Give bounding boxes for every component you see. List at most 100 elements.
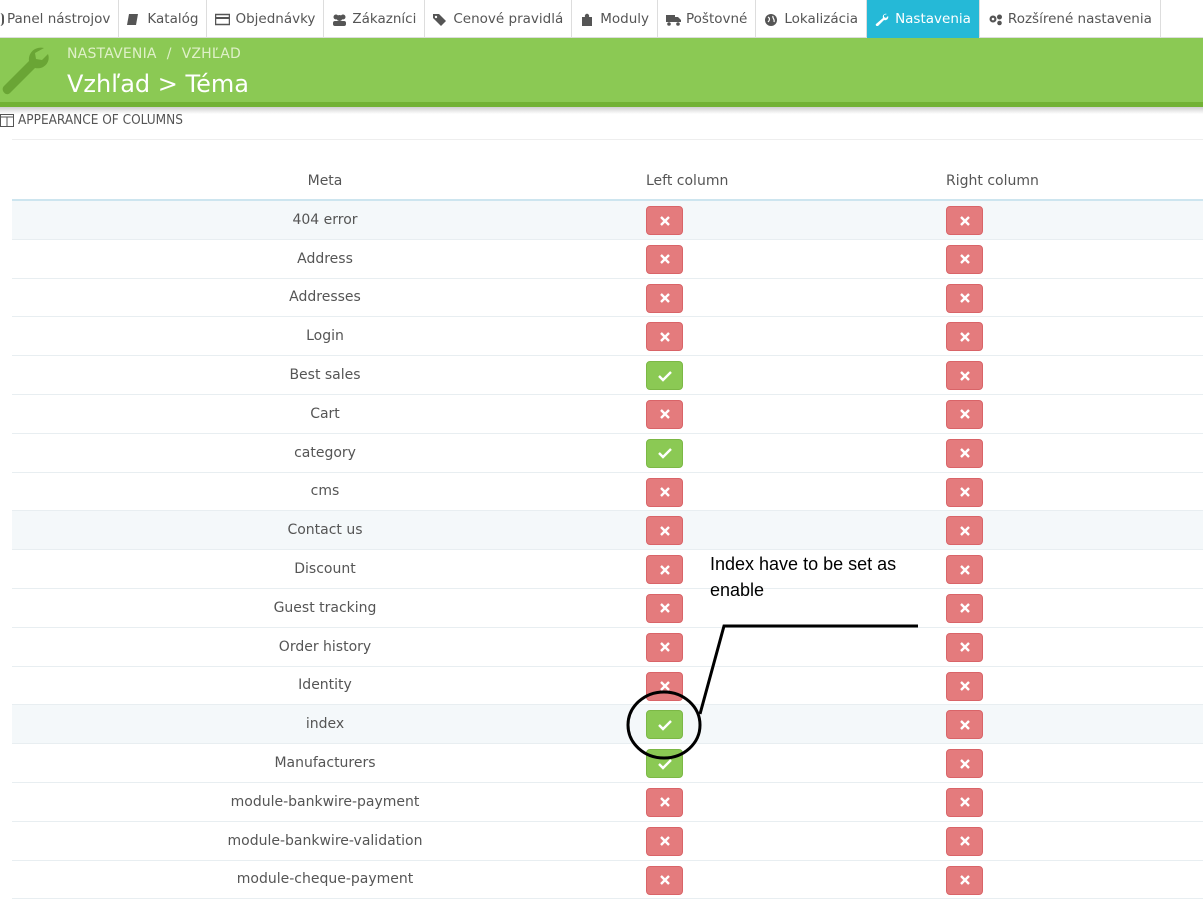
table-row: index bbox=[12, 705, 1203, 745]
close-icon bbox=[659, 564, 670, 575]
nav-tab-lokalizacia[interactable]: Lokalizácia bbox=[756, 0, 868, 38]
table-row: Order history bbox=[12, 628, 1203, 667]
nav-tab-rozsirene-nastavenia[interactable]: Rozšírené nastavenia bbox=[980, 0, 1161, 38]
left-column-toggle-enabled[interactable] bbox=[646, 749, 683, 779]
header-meta: Meta bbox=[307, 172, 343, 189]
nav-tab-zakaznici[interactable]: Zákazníci bbox=[324, 0, 426, 38]
left-column-toggle-disabled[interactable] bbox=[646, 283, 683, 313]
row-meta-label: module-cheque-payment bbox=[236, 871, 414, 888]
left-column-toggle-disabled[interactable] bbox=[646, 399, 683, 429]
nav-tab-label: Cenové pravidlá bbox=[453, 11, 564, 27]
left-column-toggle-enabled[interactable] bbox=[646, 361, 683, 391]
left-column-toggle-disabled[interactable] bbox=[646, 322, 683, 352]
table-row: Address bbox=[12, 240, 1203, 279]
nav-tab-cenove-pravidla[interactable]: Cenové pravidlá bbox=[425, 0, 573, 38]
left-column-toggle-disabled[interactable] bbox=[646, 593, 683, 623]
row-meta-label: Contact us bbox=[287, 522, 363, 539]
row-meta-label: Discount bbox=[294, 561, 356, 578]
header-left-column: Left column bbox=[646, 172, 729, 189]
right-column-toggle-disabled[interactable] bbox=[946, 865, 983, 895]
nav-tab-postovne[interactable]: Poštovné bbox=[658, 0, 757, 38]
right-column-toggle-disabled[interactable] bbox=[946, 593, 983, 623]
row-meta-label: Guest tracking bbox=[273, 599, 377, 616]
nav-tab-moduly[interactable]: Moduly bbox=[572, 0, 658, 38]
table-body: 404 error Address Addresses Login Best sales… bbox=[12, 201, 1203, 899]
breadcrumb-item-appearance[interactable]: VZHĽAD bbox=[182, 46, 241, 62]
close-icon bbox=[959, 254, 970, 265]
breadcrumb-separator: / bbox=[166, 46, 172, 62]
right-column-toggle-disabled[interactable] bbox=[946, 516, 983, 546]
table-row: Contact us bbox=[12, 511, 1203, 551]
right-column-toggle-disabled[interactable] bbox=[946, 438, 983, 468]
left-column-toggle-disabled[interactable] bbox=[646, 826, 683, 856]
nav-tab-panel-nastrojov[interactable]: Panel nástrojov bbox=[0, 0, 120, 38]
right-column-toggle-disabled[interactable] bbox=[946, 322, 983, 352]
wrench-icon bbox=[2, 47, 49, 95]
left-column-toggle-disabled[interactable] bbox=[646, 555, 683, 585]
row-meta-label: module-bankwire-validation bbox=[227, 832, 423, 849]
close-icon bbox=[959, 603, 970, 614]
right-column-toggle-disabled[interactable] bbox=[946, 244, 983, 274]
right-column-toggle-disabled[interactable] bbox=[946, 671, 983, 701]
nav-tab-label: Poštovné bbox=[686, 11, 748, 27]
page-title: Vzhľad > Téma bbox=[67, 70, 249, 98]
table-row: 404 error bbox=[12, 201, 1203, 240]
row-meta-label: Address bbox=[297, 250, 353, 267]
columns-table: Meta Left column Right column 404 error A… bbox=[12, 162, 1203, 899]
users-icon bbox=[333, 14, 347, 26]
table-row: Identity bbox=[12, 667, 1203, 706]
right-column-toggle-disabled[interactable] bbox=[946, 555, 983, 585]
right-column-toggle-disabled[interactable] bbox=[946, 206, 983, 235]
panel-heading-text: APPEARANCE OF COLUMNS bbox=[18, 112, 183, 128]
right-column-toggle-disabled[interactable] bbox=[946, 399, 983, 429]
right-column-toggle-disabled[interactable] bbox=[946, 283, 983, 313]
left-column-toggle-disabled[interactable] bbox=[646, 865, 683, 895]
right-column-toggle-disabled[interactable] bbox=[946, 632, 983, 662]
left-column-toggle-enabled[interactable] bbox=[646, 710, 683, 740]
right-column-toggle-disabled[interactable] bbox=[946, 361, 983, 391]
left-column-toggle-disabled[interactable] bbox=[646, 632, 683, 662]
close-icon bbox=[659, 487, 670, 497]
row-meta-label: Manufacturers bbox=[274, 755, 376, 772]
right-column-toggle-disabled[interactable] bbox=[946, 826, 983, 856]
nav-tab-label: Panel nástrojov bbox=[7, 11, 111, 27]
close-icon bbox=[659, 642, 670, 653]
close-icon bbox=[959, 720, 970, 730]
check-icon bbox=[657, 370, 672, 382]
right-column-toggle-disabled[interactable] bbox=[946, 710, 983, 740]
panel-divider bbox=[12, 139, 1203, 140]
left-column-toggle-disabled[interactable] bbox=[646, 787, 683, 817]
check-icon bbox=[657, 447, 672, 459]
close-icon bbox=[659, 293, 670, 303]
close-icon bbox=[659, 215, 670, 226]
nav-tab-label: Moduly bbox=[600, 11, 649, 27]
nav-tab-nastavenia[interactable]: Nastavenia bbox=[867, 0, 980, 38]
right-column-toggle-disabled[interactable] bbox=[946, 787, 983, 817]
table-header: Meta Left column Right column bbox=[12, 162, 1203, 201]
table-row: category bbox=[12, 434, 1203, 473]
row-meta-label: Identity bbox=[298, 677, 352, 694]
nav-tab-objednavky[interactable]: Objednávky bbox=[207, 0, 325, 38]
columns-icon bbox=[0, 113, 14, 127]
left-column-toggle-disabled[interactable] bbox=[646, 244, 683, 274]
nav-tab-label: Nastavenia bbox=[895, 11, 971, 27]
nav-tab-label: Katalóg bbox=[147, 11, 199, 27]
left-column-toggle-disabled[interactable] bbox=[646, 206, 683, 235]
truck-icon bbox=[666, 14, 681, 26]
check-icon bbox=[657, 719, 672, 731]
left-column-toggle-enabled[interactable] bbox=[646, 438, 683, 468]
nav-tab-katalog[interactable]: Katalóg bbox=[119, 0, 208, 38]
left-column-toggle-disabled[interactable] bbox=[646, 516, 683, 546]
left-column-toggle-disabled[interactable] bbox=[646, 477, 683, 507]
close-icon bbox=[959, 448, 970, 459]
close-icon bbox=[959, 215, 970, 226]
left-column-toggle-disabled[interactable] bbox=[646, 671, 683, 701]
table-row: Login bbox=[12, 317, 1203, 357]
row-meta-label: Cart bbox=[310, 405, 340, 422]
row-meta-label: Best sales bbox=[289, 367, 361, 384]
row-meta-label: index bbox=[305, 716, 345, 733]
right-column-toggle-disabled[interactable] bbox=[946, 749, 983, 779]
check-icon bbox=[657, 758, 672, 770]
right-column-toggle-disabled[interactable] bbox=[946, 477, 983, 507]
breadcrumb-item-settings[interactable]: NASTAVENIA bbox=[67, 46, 157, 62]
